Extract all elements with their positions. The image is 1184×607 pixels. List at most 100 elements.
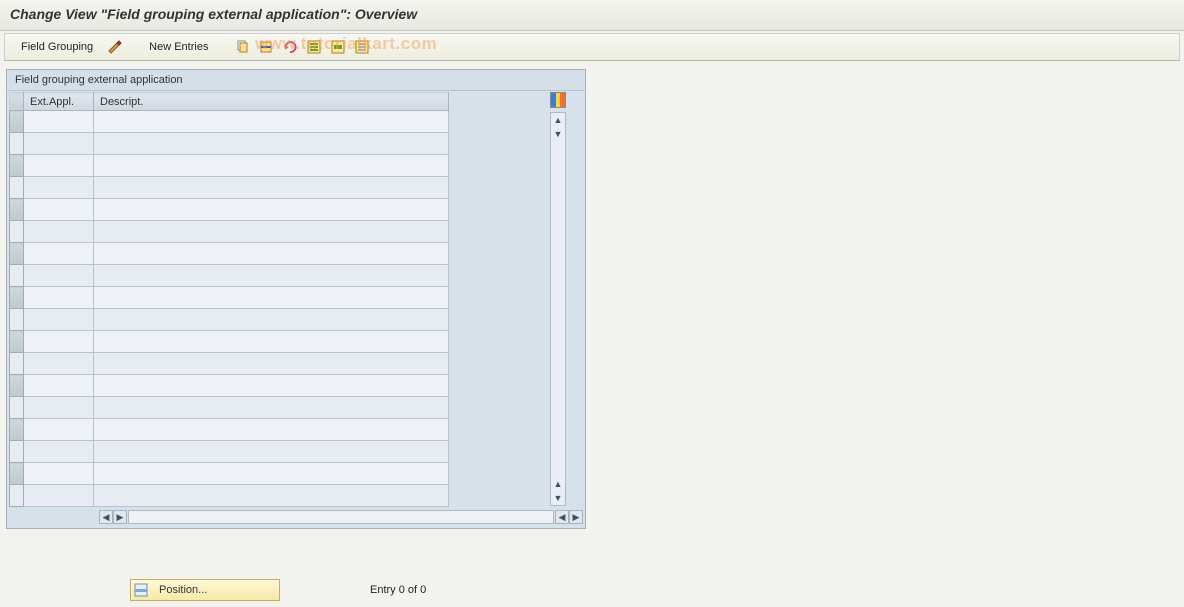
row-selector[interactable] — [10, 111, 24, 133]
table-row[interactable] — [10, 177, 449, 199]
table-row[interactable] — [10, 287, 449, 309]
row-selector[interactable] — [10, 441, 24, 463]
table-row[interactable] — [10, 155, 449, 177]
cell-descript[interactable] — [94, 485, 449, 507]
cell-descript[interactable] — [94, 419, 449, 441]
cell-descript[interactable] — [94, 309, 449, 331]
cell-ext-appl[interactable] — [24, 309, 94, 331]
cell-ext-appl[interactable] — [24, 177, 94, 199]
cell-ext-appl[interactable] — [24, 287, 94, 309]
row-selector[interactable] — [10, 331, 24, 353]
row-selector[interactable] — [10, 133, 24, 155]
row-selector[interactable] — [10, 485, 24, 507]
row-selector[interactable] — [10, 287, 24, 309]
table-row[interactable] — [10, 243, 449, 265]
field-grouping-button[interactable]: Field Grouping — [13, 38, 101, 56]
cell-descript[interactable] — [94, 397, 449, 419]
scroll-down-icon[interactable]: ▼ — [551, 127, 565, 141]
cell-descript[interactable] — [94, 353, 449, 375]
scroll-left-icon[interactable]: ◀ — [555, 510, 569, 524]
cell-descript[interactable] — [94, 111, 449, 133]
scroll-right-icon[interactable]: ▶ — [569, 510, 583, 524]
cell-ext-appl[interactable] — [24, 353, 94, 375]
table-row[interactable] — [10, 221, 449, 243]
copy-as-icon[interactable] — [232, 37, 252, 57]
hscroll-track[interactable] — [128, 510, 554, 524]
scroll-up-icon[interactable]: ▲ — [551, 113, 565, 127]
cell-ext-appl[interactable] — [24, 441, 94, 463]
row-selector[interactable] — [10, 309, 24, 331]
table-row[interactable] — [10, 309, 449, 331]
table-row[interactable] — [10, 133, 449, 155]
table-settings-icon[interactable] — [550, 92, 566, 108]
cell-ext-appl[interactable] — [24, 243, 94, 265]
row-selector[interactable] — [10, 177, 24, 199]
scroll-left-icon[interactable]: ◀ — [99, 510, 113, 524]
row-selector[interactable] — [10, 155, 24, 177]
footer-bar: Position... Entry 0 of 0 — [0, 573, 1184, 607]
row-selector[interactable] — [10, 397, 24, 419]
cell-ext-appl[interactable] — [24, 397, 94, 419]
cell-ext-appl[interactable] — [24, 485, 94, 507]
row-selector[interactable] — [10, 353, 24, 375]
table-row[interactable] — [10, 463, 449, 485]
table-row[interactable] — [10, 441, 449, 463]
table-row[interactable] — [10, 375, 449, 397]
cell-ext-appl[interactable] — [24, 133, 94, 155]
toggle-display-change-icon[interactable] — [105, 37, 125, 57]
cell-ext-appl[interactable] — [24, 463, 94, 485]
cell-ext-appl[interactable] — [24, 419, 94, 441]
cell-ext-appl[interactable] — [24, 111, 94, 133]
column-header-ext-appl[interactable]: Ext.Appl. — [24, 93, 94, 111]
cell-ext-appl[interactable] — [24, 331, 94, 353]
cell-ext-appl[interactable] — [24, 221, 94, 243]
table-row[interactable] — [10, 353, 449, 375]
scroll-right-icon[interactable]: ▶ — [113, 510, 127, 524]
row-selector[interactable] — [10, 375, 24, 397]
data-grid[interactable]: Ext.Appl. Descript. — [9, 92, 449, 507]
cell-descript[interactable] — [94, 199, 449, 221]
table-row[interactable] — [10, 199, 449, 221]
cell-descript[interactable] — [94, 331, 449, 353]
cell-ext-appl[interactable] — [24, 155, 94, 177]
scroll-up-icon[interactable]: ▲ — [551, 477, 565, 491]
row-selector[interactable] — [10, 199, 24, 221]
table-row[interactable] — [10, 331, 449, 353]
table-row[interactable] — [10, 265, 449, 287]
select-all-icon[interactable] — [304, 37, 324, 57]
cell-descript[interactable] — [94, 287, 449, 309]
column-header-descript[interactable]: Descript. — [94, 93, 449, 111]
cell-descript[interactable] — [94, 463, 449, 485]
horizontal-scrollbar[interactable]: ◀ ▶ ◀ ▶ — [7, 508, 585, 528]
cell-descript[interactable] — [94, 221, 449, 243]
delete-icon[interactable] — [256, 37, 276, 57]
new-entries-button[interactable]: New Entries — [141, 38, 216, 56]
cell-descript[interactable] — [94, 133, 449, 155]
cell-descript[interactable] — [94, 375, 449, 397]
scroll-down-icon[interactable]: ▼ — [551, 491, 565, 505]
table-row[interactable] — [10, 419, 449, 441]
row-selector[interactable] — [10, 243, 24, 265]
cell-descript[interactable] — [94, 177, 449, 199]
position-button[interactable]: Position... — [130, 579, 280, 601]
row-selector[interactable] — [10, 463, 24, 485]
table-row[interactable] — [10, 485, 449, 507]
row-selector[interactable] — [10, 419, 24, 441]
table-row[interactable] — [10, 111, 449, 133]
row-selector[interactable] — [10, 221, 24, 243]
undo-change-icon[interactable] — [280, 37, 300, 57]
row-selector-header[interactable] — [10, 93, 24, 111]
row-selector[interactable] — [10, 265, 24, 287]
cell-descript[interactable] — [94, 243, 449, 265]
deselect-all-icon[interactable] — [352, 37, 372, 57]
table-row[interactable] — [10, 397, 449, 419]
cell-ext-appl[interactable] — [24, 375, 94, 397]
vertical-scrollbar[interactable]: ▲ ▼ ▲ ▼ — [550, 112, 566, 506]
cell-ext-appl[interactable] — [24, 265, 94, 287]
select-block-icon[interactable] — [328, 37, 348, 57]
application-toolbar: Field Grouping New Entries www.tutorialk… — [4, 33, 1180, 61]
cell-descript[interactable] — [94, 441, 449, 463]
cell-ext-appl[interactable] — [24, 199, 94, 221]
cell-descript[interactable] — [94, 155, 449, 177]
cell-descript[interactable] — [94, 265, 449, 287]
